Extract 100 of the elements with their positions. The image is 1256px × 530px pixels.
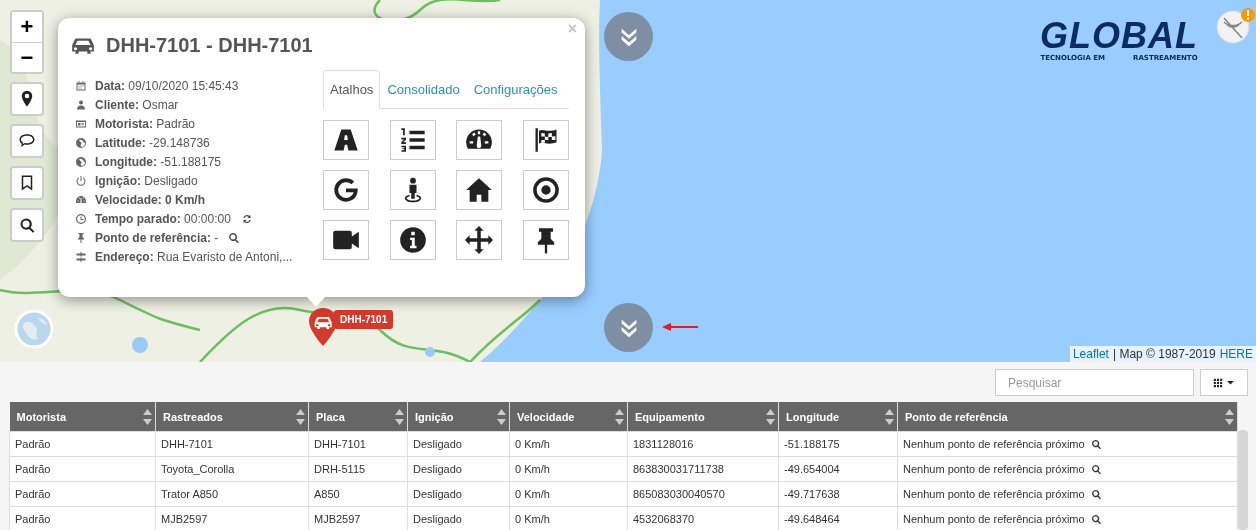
globe-icon	[75, 136, 87, 149]
attribution-text: | Map © 1987-2019	[1112, 347, 1216, 361]
no-signal-icon[interactable]	[1215, 7, 1255, 45]
table-cell: Desligado	[407, 481, 510, 507]
leaflet-link[interactable]: Leaflet	[1072, 347, 1109, 361]
search-tool-button[interactable]	[10, 208, 44, 242]
search-icon	[228, 231, 241, 244]
table-cell: -49.654004	[778, 456, 898, 482]
shortcut-button[interactable]	[456, 220, 503, 260]
info-text: Endereço: Rua Evaristo de Antoni,...	[95, 249, 293, 264]
popup-tab[interactable]: Configurações	[466, 70, 565, 109]
pointer-arrow	[662, 322, 698, 332]
sort-icon	[395, 408, 404, 425]
search-button[interactable]	[1090, 488, 1102, 500]
search-icon	[1090, 488, 1102, 500]
shortcut-button[interactable]	[389, 120, 436, 160]
table-cell: 0 Km/h	[509, 506, 628, 530]
search-icon	[1090, 513, 1102, 525]
bookmark-tool-button[interactable]	[10, 166, 44, 200]
table-cell: 0 Km/h	[509, 456, 628, 482]
info-icon	[398, 226, 427, 254]
info-text: Ignição: Desligado	[95, 173, 198, 188]
globe-icon	[75, 155, 87, 168]
search-icon	[1090, 438, 1102, 450]
comment-tool-button[interactable]	[10, 124, 44, 158]
table-cell: -49.717638	[778, 481, 898, 507]
table-cell: 865083030040570	[627, 481, 779, 507]
search-button[interactable]	[226, 231, 241, 244]
shortcut-button[interactable]	[323, 120, 369, 160]
shortcut-button[interactable]	[522, 220, 569, 260]
user-icon	[75, 98, 87, 111]
info-text: Latitude: -29.148736	[95, 135, 210, 150]
car-marker-icon[interactable]	[308, 307, 338, 347]
shortcut-button[interactable]	[456, 170, 503, 210]
info-text: Velocidade: 0 Km/h	[95, 192, 206, 207]
zoom-out-button[interactable]: −	[12, 42, 42, 72]
popup-title: DHH-7101 - DHH-7101	[106, 33, 313, 57]
signpost-icon	[75, 250, 87, 263]
power-icon	[75, 174, 87, 187]
table-cell: Nenhum ponto de referência próximo	[897, 431, 1238, 457]
refresh-icon	[240, 212, 253, 225]
info-text: Tempo parado: 00:00:00	[95, 211, 231, 226]
shortcut-button[interactable]	[389, 220, 436, 260]
table-cell: Trator A850	[155, 481, 309, 507]
search-icon	[18, 216, 36, 234]
table-cell: 863830031711738	[627, 456, 779, 482]
google-icon	[332, 176, 360, 204]
sort-icon	[615, 408, 624, 425]
numbered-list-icon	[398, 126, 427, 154]
popup-tab[interactable]: Atalhos	[323, 70, 381, 109]
info-text: Cliente: Osmar	[95, 97, 179, 112]
marker-tool-button[interactable]	[10, 82, 44, 116]
sort-icon	[296, 408, 305, 425]
scrollbar[interactable]	[1238, 430, 1248, 530]
table-cell: 4532068370	[627, 506, 779, 530]
table-cell: Desligado	[407, 456, 510, 482]
table-cell: DRH-5115	[308, 456, 408, 482]
table-cell: Nenhum ponto de referência próximo	[897, 456, 1238, 482]
table-cell: Nenhum ponto de referência próximo	[897, 506, 1238, 530]
columns-button[interactable]	[1200, 369, 1248, 396]
shortcut-button[interactable]	[522, 120, 569, 160]
search-button[interactable]	[1090, 438, 1102, 450]
speedometer-icon	[75, 193, 87, 206]
table-cell: DHH-7101	[155, 431, 309, 457]
target-icon	[531, 176, 560, 204]
shortcut-button[interactable]	[323, 220, 369, 260]
table-cell: Toyota_Corolla	[155, 456, 309, 482]
search-button[interactable]	[1090, 513, 1102, 525]
table-cell: Desligado	[407, 506, 510, 530]
sort-icon	[885, 408, 894, 425]
search-field[interactable]: Pesquisar	[995, 369, 1194, 396]
caret-icon	[1226, 378, 1235, 387]
popup-tab[interactable]: Consolidado	[380, 70, 467, 109]
provider-link[interactable]: HERE	[1219, 347, 1253, 361]
logo-name: GLOBAL	[1040, 18, 1198, 54]
shortcut-button[interactable]	[323, 170, 369, 210]
sort-icon	[766, 408, 775, 425]
table-cell: Nenhum ponto de referência próximo	[897, 481, 1238, 507]
table-cell: Desligado	[407, 431, 510, 457]
table-cell: -51.188175	[778, 431, 898, 457]
table-cell: MJB2597	[308, 506, 408, 530]
info-text: Longitude: -51.188175	[95, 154, 222, 169]
marker-label: DHH-7101	[334, 310, 394, 329]
table-cell: -49.648464	[778, 506, 898, 530]
table-cell: Padrão	[9, 431, 156, 457]
table-cell: Padrão	[9, 456, 156, 482]
calendar-icon	[75, 79, 87, 92]
collapse-button[interactable]	[604, 12, 653, 61]
table-cell: 1831128016	[627, 431, 779, 457]
shortcut-button[interactable]	[389, 170, 436, 210]
move-arrows-icon	[465, 226, 494, 254]
pushpin-icon	[75, 231, 87, 244]
shortcut-button[interactable]	[522, 170, 569, 210]
info-text: Motorista: Padrão	[95, 116, 196, 131]
collapse-button[interactable]	[604, 303, 653, 352]
shortcut-button[interactable]	[456, 120, 503, 160]
home-icon	[465, 176, 494, 204]
table-cell: Padrão	[9, 506, 156, 530]
search-button[interactable]	[1090, 463, 1102, 475]
table-cell: 0 Km/h	[509, 431, 628, 457]
